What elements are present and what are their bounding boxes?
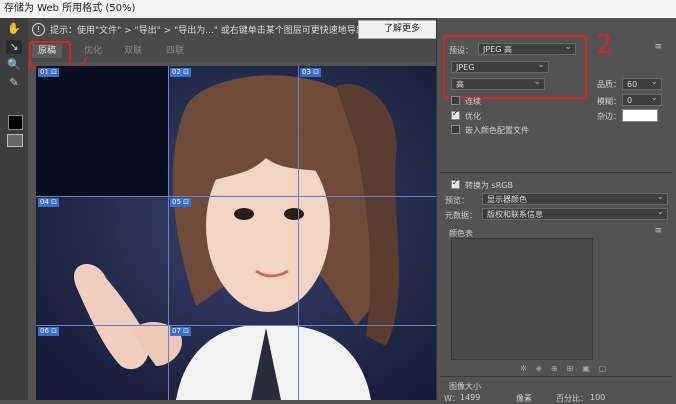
window-title: 存储为 Web 所用格式 (50%) <box>4 3 136 14</box>
width-unit: 像素 <box>516 394 532 403</box>
info-tip-text: 提示：使用"文件" > "导出" > "导出为..." 或右键单击某个图层可更快… <box>50 26 383 36</box>
section-divider <box>440 172 672 173</box>
embed-profile-checkbox[interactable] <box>451 125 460 134</box>
preview-label: 预览： <box>445 196 469 205</box>
slice-guide-vertical <box>298 66 299 400</box>
progressive-label: 连续 <box>465 97 481 106</box>
quality-input[interactable]: 60 <box>622 76 662 90</box>
width-label: W： <box>444 394 460 403</box>
slice-label[interactable]: 03 ⊡ <box>300 68 321 77</box>
slice-label[interactable]: 02 ⊡ <box>170 68 191 77</box>
percent-label: 百分比： <box>556 394 588 403</box>
tab-2-up[interactable]: 双联 <box>124 44 142 58</box>
progressive-checkbox[interactable] <box>451 96 460 105</box>
view-tabs: 原稿 优化 双联 四联 <box>28 40 436 62</box>
percent-value[interactable]: 100 <box>590 393 605 402</box>
image-size-label: 图像大小 <box>449 382 481 391</box>
embed-profile-label: 嵌入颜色配置文件 <box>465 126 529 135</box>
settings-highlight-box <box>443 35 587 99</box>
info-bar: ! 提示：使用"文件" > "导出" > "导出为..." 或右键单击某个图层可… <box>28 18 446 40</box>
convert-srgb-label: 转换为 sRGB <box>465 181 513 190</box>
window-title-bar: 存储为 Web 所用格式 (50%) <box>0 0 676 18</box>
image-preview[interactable]: 01 ⊡ 02 ⊡ 03 ⊡ 04 ⊡ 05 ⊡ 06 ⊡ 07 ⊡ <box>36 66 436 400</box>
info-icon: ! <box>32 23 45 36</box>
slice-guide-vertical <box>168 66 169 400</box>
optimized-label: 优化 <box>465 112 481 121</box>
section-divider <box>440 376 672 377</box>
metadata-label: 元数据： <box>445 211 477 220</box>
eyedropper-tool-icon[interactable]: ✎ <box>6 76 22 90</box>
tab-4-up[interactable]: 四联 <box>166 44 184 58</box>
matte-label: 杂边： <box>597 112 621 121</box>
slice-label[interactable]: 04 ⊡ <box>38 198 59 207</box>
blur-label: 模糊： <box>597 97 621 106</box>
slice-guide-horizontal <box>36 196 436 197</box>
tool-panel: ✋ ↘ 🔍 ✎ <box>0 18 28 400</box>
width-value[interactable]: 1499 <box>460 393 480 402</box>
annotation-two: 2 <box>596 30 613 60</box>
color-table-menu-icon[interactable]: ≡ <box>654 226 662 236</box>
slice-label[interactable]: 07 ⊡ <box>170 327 191 336</box>
panel-menu-icon[interactable]: ≡ <box>654 42 662 52</box>
slice-label[interactable]: 01 ⊡ <box>38 68 59 77</box>
metadata-dropdown[interactable]: 版权和联系信息 <box>482 206 668 220</box>
eyedropper-color-swatch[interactable] <box>8 115 23 130</box>
zoom-tool-icon[interactable]: 🔍 <box>6 58 22 72</box>
learn-more-button[interactable]: 了解更多 <box>358 20 446 39</box>
slice-label[interactable]: 05 ⊡ <box>170 198 191 207</box>
quality-label: 品质： <box>597 80 621 89</box>
slice-label[interactable]: 06 ⊡ <box>38 327 59 336</box>
convert-srgb-checkbox[interactable] <box>451 178 460 189</box>
blur-input[interactable]: 0 <box>622 92 662 106</box>
slice-guide-horizontal <box>36 325 436 326</box>
slice-select-tool-icon[interactable]: ↘ <box>6 40 22 54</box>
toggle-slices-icon[interactable] <box>7 134 23 147</box>
hand-tool-icon[interactable]: ✋ <box>6 22 22 36</box>
preview-dropdown[interactable]: 显示器颜色 <box>482 191 668 205</box>
color-table-actions-icon[interactable]: ✲◈⊕⊞▣▢ <box>520 364 615 373</box>
matte-color-swatch[interactable] <box>622 109 658 122</box>
tab-highlight-box <box>29 41 71 69</box>
color-table <box>451 238 593 360</box>
slice-01-region <box>36 66 168 196</box>
optimized-checkbox[interactable] <box>451 109 460 120</box>
